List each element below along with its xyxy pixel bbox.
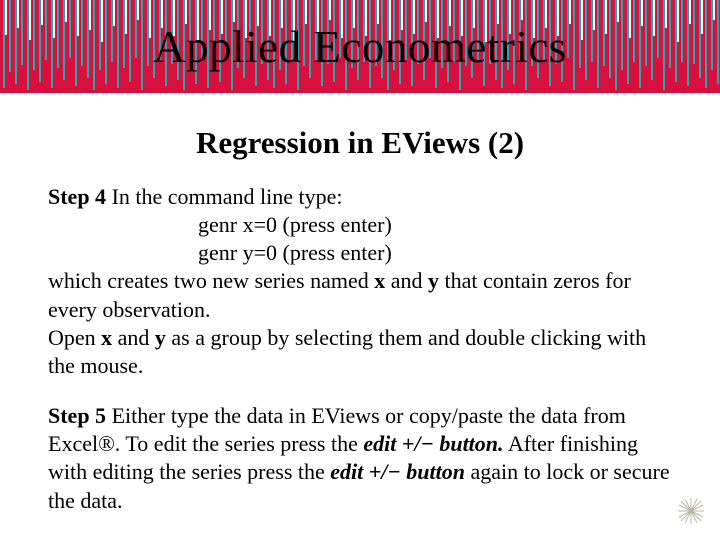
step-4: Step 4 In the command line type: genr x=…: [48, 183, 672, 380]
step-4-lead: In the command line type:: [106, 184, 342, 209]
banner-title: Applied Econometrics: [0, 0, 720, 93]
step-5: Step 5 Either type the data in EViews or…: [48, 402, 672, 515]
step-4-tail-1a: which creates two new series named: [48, 268, 374, 293]
step-4-series-y-2: y: [155, 325, 166, 350]
step-5-button-2: edit +/− button: [330, 459, 465, 484]
slide-subtitle: Regression in EViews (2): [48, 125, 672, 161]
step-4-series-x-2: x: [101, 325, 112, 350]
step-4-code-1: genr x=0 (press enter): [48, 211, 672, 239]
step-5-button-1: edit +/− button.: [363, 431, 503, 456]
step-4-series-y: y: [428, 268, 439, 293]
step-4-code-2: genr y=0 (press enter): [48, 239, 672, 267]
banner: Applied Econometrics: [0, 0, 720, 93]
step-4-tail-1b: and: [385, 268, 428, 293]
spark-icon: [676, 496, 706, 526]
slide-body: Regression in EViews (2) Step 4 In the c…: [0, 93, 720, 515]
step-4-series-x: x: [374, 268, 385, 293]
step-4-label: Step 4: [48, 184, 106, 209]
step-4-tail-2a: Open: [48, 325, 101, 350]
step-5-label: Step 5: [48, 403, 106, 428]
step-4-tail-2b: and: [112, 325, 155, 350]
